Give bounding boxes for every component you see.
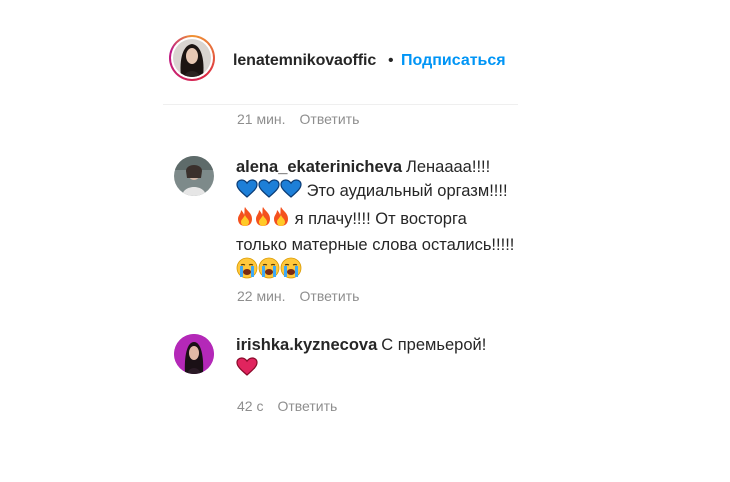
timestamp: 42 с bbox=[237, 398, 264, 414]
blue-heart-icon bbox=[258, 179, 280, 206]
comment-username[interactable]: irishka.kyznecova bbox=[236, 336, 377, 354]
fire-icon bbox=[236, 206, 254, 234]
separator-dot: • bbox=[388, 52, 394, 69]
post-header: lenatemnikovaoffic • Подписаться bbox=[163, 28, 518, 105]
comment-text: Это аудиальный оргазм!!!! bbox=[306, 182, 508, 200]
reply-button[interactable]: Ответить bbox=[277, 398, 337, 414]
header-username[interactable]: lenatemnikovaoffic bbox=[233, 52, 376, 70]
comment-text: С премьерой! bbox=[381, 336, 487, 354]
comment-body: alena_ekaterinicheva Ленаааа!!!! Это ауди… bbox=[236, 156, 516, 286]
avatar[interactable] bbox=[174, 334, 214, 374]
post-meta: 21 мин. Ответить bbox=[237, 111, 359, 127]
comment-username[interactable]: alena_ekaterinicheva bbox=[236, 158, 402, 176]
crying-face-icon bbox=[280, 257, 302, 286]
avatar[interactable] bbox=[174, 156, 214, 196]
reply-button[interactable]: Ответить bbox=[300, 288, 360, 304]
comment-body: irishka.kyznecova С премьерой! bbox=[236, 334, 516, 384]
follow-button[interactable]: Подписаться bbox=[401, 52, 506, 70]
timestamp: 22 мин. bbox=[237, 288, 286, 304]
comment-item: irishka.kyznecova С премьерой! bbox=[174, 334, 514, 384]
avatar bbox=[173, 39, 211, 77]
red-heart-icon bbox=[236, 357, 258, 384]
blue-heart-icon bbox=[236, 179, 258, 206]
blue-heart-icon bbox=[280, 179, 302, 206]
comments-panel: lenatemnikovaoffic • Подписаться 21 мин.… bbox=[0, 0, 730, 482]
story-ring[interactable] bbox=[169, 35, 215, 81]
comment-meta: 22 мин. Ответить bbox=[237, 288, 359, 304]
comment-item: alena_ekaterinicheva Ленаааа!!!! Это ауди… bbox=[174, 156, 514, 279]
comment-meta: 42 с Ответить bbox=[237, 398, 337, 414]
crying-face-icon bbox=[236, 257, 258, 286]
reply-button[interactable]: Ответить bbox=[300, 111, 360, 127]
comment-text: Ленаааа!!!! bbox=[406, 158, 491, 176]
fire-icon bbox=[254, 206, 272, 234]
timestamp: 21 мин. bbox=[237, 111, 286, 127]
crying-face-icon bbox=[258, 257, 280, 286]
fire-icon bbox=[272, 206, 290, 234]
